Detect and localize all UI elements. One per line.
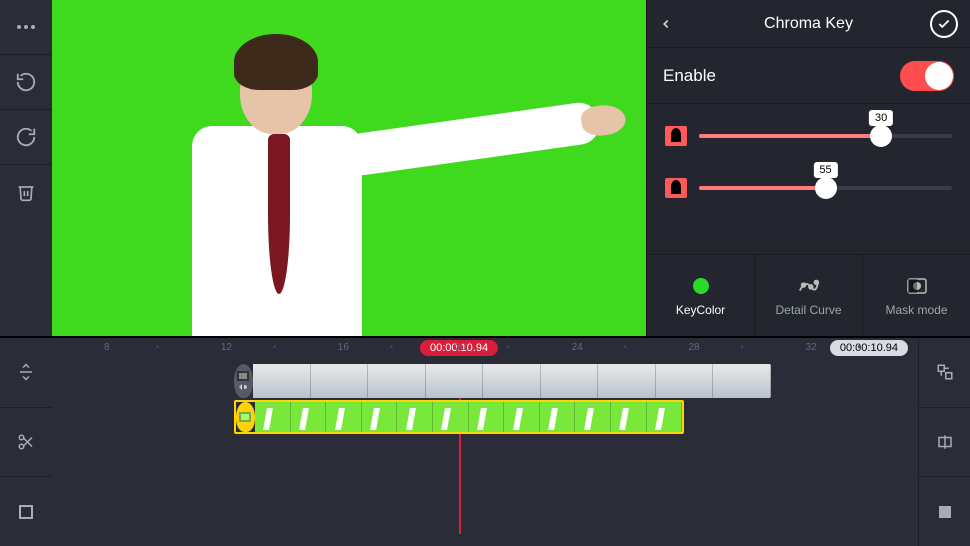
clip-thumbnail <box>291 402 327 432</box>
slider-thumb[interactable] <box>815 177 837 199</box>
ruler-tick: 20 <box>455 342 466 353</box>
snap-button[interactable] <box>919 408 970 478</box>
clip-thumbnail <box>326 402 362 432</box>
confirm-button[interactable] <box>930 10 958 38</box>
video-clip-main[interactable] <box>234 364 771 398</box>
slider-value-badge: 55 <box>813 162 837 178</box>
slider-value-badge: 30 <box>869 110 893 126</box>
clip-thumbnail <box>656 364 714 398</box>
timeline-ruler[interactable]: 00:00:10.94 00:00:10.94 8•12•16•20•24•28… <box>52 338 918 362</box>
back-button[interactable] <box>659 15 687 33</box>
clip-thumbnail <box>598 364 656 398</box>
chroma-key-panel: Chroma Key Enable 30 55 <box>646 0 970 336</box>
preview-greenscreen <box>52 0 646 336</box>
clip-thumbnail <box>540 402 576 432</box>
tab-label: KeyColor <box>676 303 725 317</box>
clip-thumbnail <box>611 402 647 432</box>
clip-thumbnail <box>483 364 541 398</box>
layers-button[interactable] <box>919 338 970 408</box>
ruler-tick: 24 <box>572 342 583 353</box>
ruler-dot: • <box>624 342 628 353</box>
delete-button[interactable] <box>0 165 52 219</box>
background-icon <box>665 178 687 198</box>
foreground-icon <box>665 126 687 146</box>
ruler-tick: 28 <box>689 342 700 353</box>
enable-label: Enable <box>663 66 716 86</box>
undo-button[interactable] <box>0 55 52 109</box>
clip-thumbnail <box>397 402 433 432</box>
tab-detail-curve[interactable]: Detail Curve <box>755 255 863 336</box>
timeline-left-tools <box>0 338 52 546</box>
clip-thumbnail <box>469 402 505 432</box>
clip-thumbnail <box>647 402 683 432</box>
duration-badge: 00:00:10.94 <box>830 340 908 356</box>
curve-icon <box>798 275 820 297</box>
tab-mask-mode[interactable]: Mask mode <box>863 255 970 336</box>
ruler-tick: 8 <box>104 342 110 353</box>
timeline[interactable]: 00:00:10.94 00:00:10.94 8•12•16•20•24•28… <box>52 338 918 546</box>
clip-thumbnail <box>426 364 484 398</box>
clip-thumbnail <box>253 364 311 398</box>
timeline-right-tools <box>918 338 970 546</box>
clip-thumbnail <box>504 402 540 432</box>
ruler-dot: • <box>740 342 744 353</box>
ruler-dot: • <box>507 342 511 353</box>
tab-label: Detail Curve <box>775 303 841 317</box>
clip-thumbnail <box>433 402 469 432</box>
preview-subject-silhouette <box>142 26 522 336</box>
slider-fill <box>699 134 881 138</box>
tab-keycolor[interactable]: KeyColor <box>647 255 755 336</box>
video-clip-greenscreen[interactable] <box>234 400 684 434</box>
clip-thumbnail <box>575 402 611 432</box>
foreground-slider-row: 30 <box>665 126 952 146</box>
ruler-tick: 16 <box>338 342 349 353</box>
redo-button[interactable] <box>0 110 52 164</box>
clip-handle-icon <box>236 402 255 432</box>
ruler-dot: • <box>857 342 861 353</box>
ruler-tick: 32 <box>805 342 816 353</box>
clip-thumbnail <box>362 402 398 432</box>
enable-toggle[interactable] <box>900 61 954 91</box>
background-slider-row: 55 <box>665 178 952 198</box>
background-slider[interactable]: 55 <box>699 186 952 190</box>
clip-thumbnail <box>368 364 426 398</box>
tab-label: Mask mode <box>885 303 947 317</box>
panel-title: Chroma Key <box>687 15 930 33</box>
foreground-slider[interactable]: 30 <box>699 134 952 138</box>
clip-thumbnail <box>255 402 291 432</box>
ruler-dot: • <box>273 342 277 353</box>
ruler-dot: • <box>156 342 160 353</box>
track-height-button[interactable] <box>0 338 52 408</box>
left-toolbar <box>0 0 52 336</box>
mask-icon <box>906 275 928 297</box>
more-button[interactable] <box>0 0 52 54</box>
split-button[interactable] <box>0 408 52 478</box>
slider-fill <box>699 186 826 190</box>
ruler-tick: 12 <box>221 342 232 353</box>
ruler-dot: • <box>390 342 394 353</box>
clip-thumbnail <box>541 364 599 398</box>
marker-button[interactable] <box>0 477 52 546</box>
fit-button[interactable] <box>919 477 970 546</box>
clip-thumbnail <box>713 364 771 398</box>
clip-thumbnail <box>311 364 369 398</box>
clip-handle-icon <box>234 364 253 398</box>
keycolor-icon <box>690 275 712 297</box>
timeline-tracks <box>52 364 918 534</box>
preview-viewport[interactable] <box>52 0 646 336</box>
slider-thumb[interactable] <box>870 125 892 147</box>
